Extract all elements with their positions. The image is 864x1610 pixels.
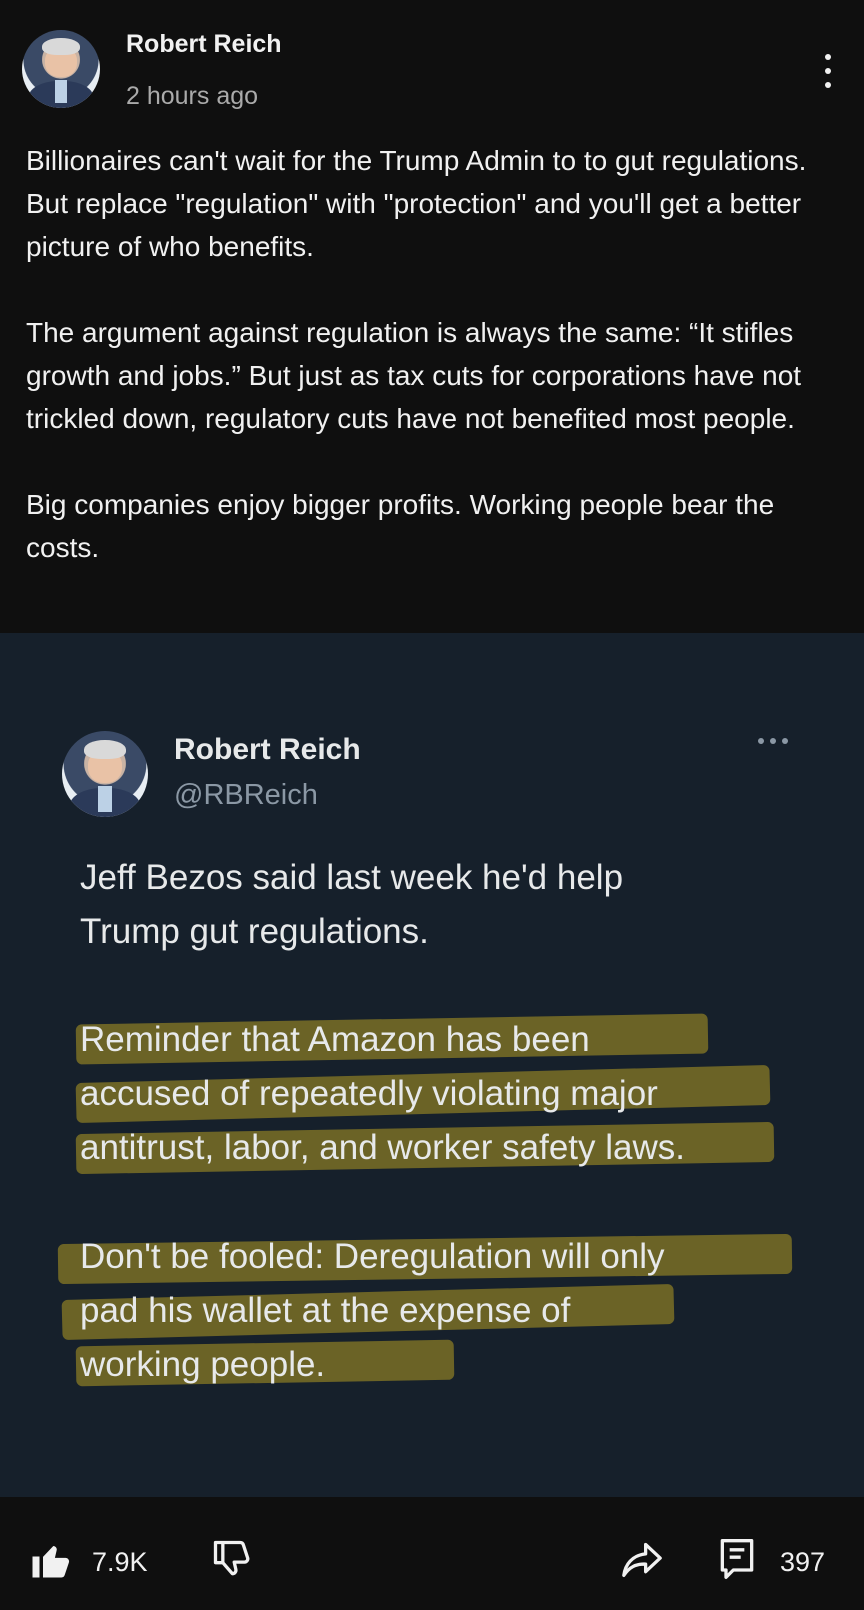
tweet-image[interactable]: Robert Reich @RBReich Jeff Bezos said la…	[0, 633, 864, 1497]
like-button[interactable]	[28, 1539, 74, 1583]
tweet-line: antitrust, labor, and worker safety laws…	[80, 1128, 685, 1167]
post-time: 2 hours ago	[126, 82, 259, 110]
post-text: Billionaires can't wait for the Trump Ad…	[26, 139, 836, 612]
action-bar: 7.9K 397	[0, 1497, 864, 1610]
share-button[interactable]	[620, 1539, 666, 1581]
thumbs-down-icon	[213, 1540, 250, 1576]
comments-button[interactable]	[718, 1537, 758, 1583]
post-header: Robert Reich 2 hours ago	[0, 0, 864, 120]
tweet-line: Reminder that Amazon has been	[80, 1020, 590, 1059]
post-paragraph: Billionaires can't wait for the Trump Ad…	[26, 145, 807, 262]
author-avatar[interactable]	[22, 30, 100, 108]
tweet-more-icon	[756, 735, 790, 747]
tweet-line: pad his wallet at the expense of	[80, 1291, 571, 1330]
tweet-line: accused of repeatedly violating major	[80, 1074, 658, 1113]
more-options-icon[interactable]	[818, 52, 838, 92]
like-count: 7.9K	[92, 1547, 148, 1577]
post-paragraph: The argument against regulation is alway…	[26, 317, 802, 434]
dislike-button[interactable]	[210, 1537, 256, 1583]
author-name[interactable]: Robert Reich	[126, 30, 282, 59]
share-icon	[622, 1542, 662, 1577]
tweet-avatar	[62, 731, 148, 817]
comment-count: 397	[780, 1547, 826, 1577]
tweet-line: Jeff Bezos said last week he'd help	[80, 858, 624, 897]
post-paragraph: Big companies enjoy bigger profits. Work…	[26, 489, 775, 563]
tweet-handle: @RBReich	[174, 779, 318, 811]
thumbs-up-icon	[32, 1546, 70, 1578]
tweet-line: Trump gut regulations.	[80, 912, 429, 951]
tweet-author-name: Robert Reich	[174, 733, 361, 766]
comment-icon	[720, 1539, 754, 1579]
tweet-line: working people.	[80, 1345, 326, 1384]
tweet-line: Don't be fooled: Deregulation will only	[80, 1237, 665, 1276]
